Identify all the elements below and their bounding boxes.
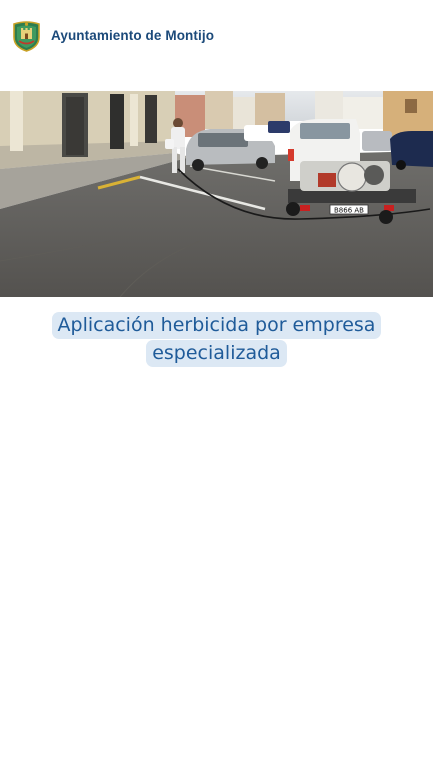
coat-of-arms-icon[interactable] — [12, 21, 41, 52]
caption-line-1: Aplicación herbicida por empresa — [51, 312, 382, 339]
app-header: Ayuntamiento de Montijo — [0, 0, 433, 72]
post-caption: Aplicación herbicida por empresa especia… — [0, 311, 433, 367]
organization-title[interactable]: Ayuntamiento de Montijo — [51, 28, 214, 43]
post-photo[interactable]: B866 AB — [0, 91, 433, 297]
caption-line-2: especializada — [146, 340, 287, 367]
svg-text:B866 AB: B866 AB — [334, 207, 364, 215]
